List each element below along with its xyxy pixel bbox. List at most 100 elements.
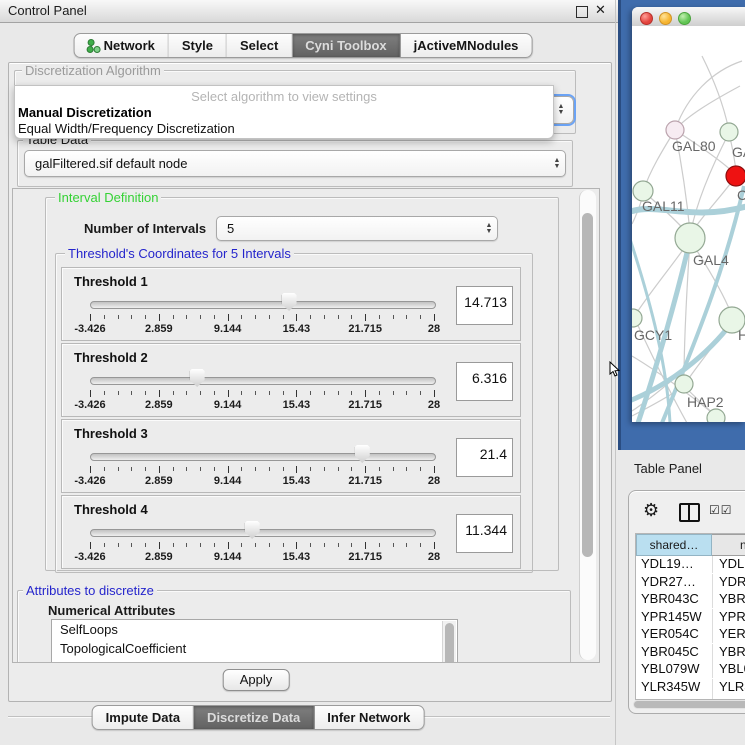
attribute-item[interactable]: TopologicalCoefficient xyxy=(52,639,457,658)
mouse-cursor xyxy=(609,361,621,378)
panel-title: Control Panel xyxy=(8,3,87,18)
threshold-value-field[interactable]: 6.316 xyxy=(456,362,513,401)
threshold-label: Threshold 4 xyxy=(74,502,148,517)
list-scrollbar[interactable] xyxy=(442,621,456,663)
attributes-group-label: Attributes to discretize xyxy=(23,584,157,597)
spinner-arrows-icon: ▲▼ xyxy=(481,223,497,235)
table-row[interactable]: YBL079W YBL0 xyxy=(636,661,745,678)
threshold-slider[interactable]: -3.4262.8599.14415.4321.71528 xyxy=(90,520,434,564)
network-node-label[interactable]: GAL11 xyxy=(642,198,685,214)
threshold-value-field[interactable]: 14.713 xyxy=(456,286,513,325)
float-window-icon[interactable] xyxy=(576,6,588,18)
network-graph xyxy=(632,26,745,422)
tab-network-label: Network xyxy=(104,38,155,53)
table-row[interactable]: YBR045C YBR0 xyxy=(636,644,745,661)
tab-jactivemnodules[interactable]: jActiveMNodules xyxy=(401,34,532,57)
screen: Control Panel ✕ Network Style Select Cyn… xyxy=(0,0,745,745)
table-data-combobox[interactable]: galFiltered.sif default node ▲▼ xyxy=(24,150,566,177)
threshold-slider[interactable]: -3.4262.8599.14415.4321.71528 xyxy=(90,292,434,336)
tab-select[interactable]: Select xyxy=(227,34,292,57)
tab-impute-data[interactable]: Impute Data xyxy=(93,706,194,729)
algorithm-dropdown-popup: Select algorithm to view settings Manual… xyxy=(14,85,554,139)
table-header: shared… n xyxy=(636,534,745,556)
number-of-intervals-label: Number of Intervals xyxy=(84,221,206,236)
table-horizontal-scrollbar[interactable] xyxy=(633,700,745,709)
top-tabstrip: Network Style Select Cyni Toolbox jActiv… xyxy=(74,33,533,58)
tab-cyni-toolbox[interactable]: Cyni Toolbox xyxy=(292,34,400,57)
network-canvas[interactable]: GAL80 GA C GAL11 GAL4 GCY1 H HAP2 xyxy=(632,26,745,422)
slider-track[interactable] xyxy=(90,377,436,385)
tab-network[interactable]: Network xyxy=(75,34,169,57)
network-node-label[interactable]: GCY1 xyxy=(634,327,672,343)
slider-track[interactable] xyxy=(90,453,436,461)
combo-arrows-icon: ▲▼ xyxy=(549,158,565,170)
network-node-label[interactable]: GAL80 xyxy=(672,138,716,154)
column-header-name[interactable]: n xyxy=(712,534,745,556)
number-of-intervals-spinner[interactable]: 5 ▲▼ xyxy=(216,216,498,241)
threshold-slider[interactable]: -3.4262.8599.14415.4321.71528 xyxy=(90,444,434,488)
table-panel: ⚙ ☑☑ shared… n YDL19… YDL1 YDR27… YDR2 xyxy=(628,490,745,714)
zoom-traffic-light[interactable] xyxy=(678,12,691,25)
dropdown-option-manual[interactable]: Manual Discretization xyxy=(18,105,152,120)
combo-arrows-icon: ▲▼ xyxy=(553,104,569,116)
tab-infer-network[interactable]: Infer Network xyxy=(314,706,423,729)
discretization-algorithm-label: Discretization Algorithm xyxy=(22,64,164,77)
column-layout-icon[interactable] xyxy=(679,503,700,522)
tab-style[interactable]: Style xyxy=(169,34,227,57)
gear-icon[interactable]: ⚙ xyxy=(643,500,659,521)
settings-scrollbar-thumb[interactable] xyxy=(582,213,593,557)
table-row[interactable]: YBR043C YBR0 xyxy=(636,591,745,608)
network-window-titlebar[interactable] xyxy=(632,7,745,27)
threshold-panel: Threshold 1 -3.4262.8599.14415.4321.7152… xyxy=(61,267,521,341)
threshold-panel: Threshold 3 -3.4262.8599.14415.4321.7152… xyxy=(61,419,521,493)
settings-scrollpane: Interval Definition Number of Intervals … xyxy=(12,188,600,663)
slider-tick-labels: -3.4262.8599.14415.4321.71528 xyxy=(90,323,434,335)
threshold-label: Threshold 2 xyxy=(74,350,148,365)
attribute-item[interactable]: BetweennessCentrality xyxy=(52,658,457,663)
control-panel-titlebar: Control Panel ✕ xyxy=(0,0,618,23)
network-node-label[interactable]: HAP2 xyxy=(687,394,724,410)
slider-tick-labels: -3.4262.8599.14415.4321.71528 xyxy=(90,399,434,411)
network-node-label[interactable]: GA xyxy=(732,144,745,160)
slider-track[interactable] xyxy=(90,301,436,309)
bottom-tabstrip: Impute Data Discretize Data Infer Networ… xyxy=(92,705,425,730)
select-columns-icon[interactable]: ☑☑ xyxy=(709,503,733,517)
tab-discretize-data[interactable]: Discretize Data xyxy=(194,706,314,729)
attribute-items: SelfLoopsTopologicalCoefficientBetweenne… xyxy=(52,620,457,663)
slider-tick-labels: -3.4262.8599.14415.4321.71528 xyxy=(90,475,434,487)
list-scrollbar-thumb[interactable] xyxy=(445,623,454,663)
table-row[interactable]: YDL19… YDL1 xyxy=(636,556,745,573)
number-of-intervals-value: 5 xyxy=(217,221,481,236)
table-row[interactable]: YPR145W YPR1 xyxy=(636,609,745,626)
settings-vertical-scrollbar[interactable] xyxy=(579,190,596,660)
apply-button[interactable]: Apply xyxy=(223,669,290,691)
slider-ticks xyxy=(90,466,434,473)
threshold-label: Threshold 3 xyxy=(74,426,148,441)
node-table[interactable]: shared… n YDL19… YDL1 YDR27… YDR2 xyxy=(635,533,745,700)
minimize-traffic-light[interactable] xyxy=(659,12,672,25)
table-panel-title: Table Panel xyxy=(634,461,702,476)
column-header-shared-name[interactable]: shared… xyxy=(636,534,712,556)
numerical-attributes-label: Numerical Attributes xyxy=(48,603,175,618)
network-node-label[interactable]: GAL4 xyxy=(693,252,729,268)
slider-track[interactable] xyxy=(90,529,436,537)
numerical-attributes-list[interactable]: SelfLoopsTopologicalCoefficientBetweenne… xyxy=(51,619,458,663)
threshold-slider[interactable]: -3.4262.8599.14415.4321.71528 xyxy=(90,368,434,412)
network-node-label[interactable]: H xyxy=(738,327,745,343)
dropdown-option-equal-width[interactable]: Equal Width/Frequency Discretization xyxy=(18,121,235,136)
attribute-item[interactable]: SelfLoops xyxy=(52,620,457,639)
table-hscrollbar-thumb[interactable] xyxy=(634,701,745,708)
threshold-label: Threshold 1 xyxy=(74,274,148,289)
network-view-window: GAL80 GA C GAL11 GAL4 GCY1 H HAP2 xyxy=(632,7,745,422)
slider-tick-labels: -3.4262.8599.14415.4321.71528 xyxy=(90,551,434,563)
table-row[interactable]: YDR27… YDR2 xyxy=(636,574,745,591)
network-node-label[interactable]: C xyxy=(737,187,745,203)
close-traffic-light[interactable] xyxy=(640,12,653,25)
table-row[interactable]: YLR345W YLR3 xyxy=(636,679,745,696)
threshold-value-field[interactable]: 21.4 xyxy=(456,438,513,477)
table-data-value: galFiltered.sif default node xyxy=(25,156,549,171)
close-icon[interactable]: ✕ xyxy=(595,2,606,18)
threshold-value-field[interactable]: 11.344 xyxy=(456,514,513,553)
threshold-panel: Threshold 4 -3.4262.8599.14415.4321.7152… xyxy=(61,495,521,569)
table-row[interactable]: YER054C YER0 xyxy=(636,626,745,643)
